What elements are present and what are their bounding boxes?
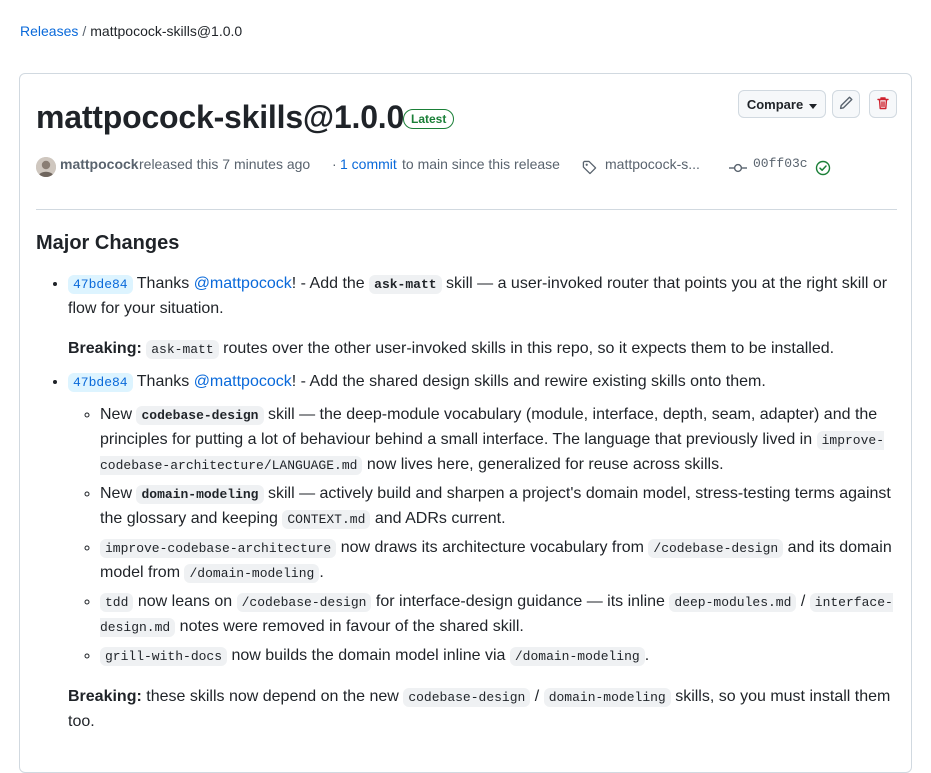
meta-dot: · xyxy=(332,156,337,172)
thanks-text: Thanks xyxy=(136,275,190,292)
edit-button[interactable] xyxy=(832,90,860,118)
inline-code: /domain-modeling xyxy=(509,647,645,666)
breaking-note: Breaking: ask-matt routes over the other… xyxy=(68,337,897,362)
tag-link[interactable]: mattpocock-s... xyxy=(605,156,700,172)
item-text: now leans on xyxy=(137,593,233,610)
item-text: now lives here, generalized for reuse ac… xyxy=(366,456,724,473)
commit-sha-link[interactable]: 47bde84 xyxy=(68,373,133,392)
item-text: / xyxy=(800,593,806,610)
inline-code: /domain-modeling xyxy=(184,564,320,583)
inline-code: deep-modules.md xyxy=(669,593,797,612)
tag-icon xyxy=(582,160,597,178)
release-card: mattpocock-skills@1.0.0 Latest Compare m… xyxy=(19,73,912,773)
item-text: . xyxy=(319,564,324,581)
list-item: 47bde84 Thanks @mattpocock! - Add the sh… xyxy=(68,370,897,734)
commit-sha-link[interactable]: 00ff03c xyxy=(753,156,808,171)
sub-list: New codebase-design skill — the deep-mod… xyxy=(68,403,897,669)
item-text: ! - Add the xyxy=(291,275,365,292)
release-meta: mattpocock released this 7 minutes ago ·… xyxy=(36,156,896,180)
sub-list-item: tdd now leans on /codebase-design for in… xyxy=(100,590,897,640)
commit-link[interactable]: 1 commit xyxy=(340,156,397,172)
verified-check-icon xyxy=(815,160,831,179)
item-text: and ADRs current. xyxy=(374,510,506,527)
inline-code: codebase-design xyxy=(136,406,264,425)
inline-code: codebase-design xyxy=(403,688,531,707)
item-text: for interface-design guidance — its inli… xyxy=(375,593,665,610)
release-notes: Major Changes 47bde84 Thanks @mattpocock… xyxy=(36,224,897,742)
inline-code: ask-matt xyxy=(146,340,219,359)
inline-code: domain-modeling xyxy=(136,485,264,504)
list-item: 47bde84 Thanks @mattpocock! - Add the as… xyxy=(68,272,897,362)
inline-code: ask-matt xyxy=(369,275,442,294)
author-link[interactable]: mattpocock xyxy=(60,156,139,172)
item-text: New xyxy=(100,485,133,502)
released-text: released this 7 minutes ago xyxy=(139,156,311,172)
breaking-label: Breaking: xyxy=(68,340,142,357)
sub-list-item: New domain-modeling skill — actively bui… xyxy=(100,482,897,532)
delete-button[interactable] xyxy=(869,90,897,118)
item-text: now draws its architecture vocabulary fr… xyxy=(340,539,644,556)
git-commit-icon xyxy=(729,160,747,179)
major-changes-heading: Major Changes xyxy=(36,232,180,254)
mention-link[interactable]: @mattpocock xyxy=(194,373,292,390)
latest-badge: Latest xyxy=(403,109,455,129)
sub-list-item: New codebase-design skill — the deep-mod… xyxy=(100,403,897,478)
inline-code: /codebase-design xyxy=(648,539,784,558)
mention-link[interactable]: @mattpocock xyxy=(194,275,292,292)
breaking-text: these skills now depend on the new xyxy=(146,688,399,705)
breadcrumb-current: mattpocock-skills@1.0.0 xyxy=(90,23,243,39)
commit-sha-link[interactable]: 47bde84 xyxy=(68,275,133,294)
inline-code: /codebase-design xyxy=(236,593,372,612)
thanks-text: Thanks xyxy=(136,373,190,390)
item-text: skill — a user-invoked router that point… xyxy=(68,275,888,317)
divider xyxy=(36,209,897,210)
inline-code: domain-modeling xyxy=(543,688,671,707)
release-title: mattpocock-skills@1.0.0 xyxy=(36,99,405,135)
caret-down-icon xyxy=(809,97,818,112)
changes-list: 47bde84 Thanks @mattpocock! - Add the as… xyxy=(36,272,897,734)
breadcrumb: Releases / mattpocock-skills@1.0.0 xyxy=(20,23,242,39)
item-text: now builds the domain model inline via xyxy=(231,647,506,664)
breaking-note: Breaking: these skills now depend on the… xyxy=(68,685,897,734)
breadcrumb-releases-link[interactable]: Releases xyxy=(20,23,78,39)
inline-code: improve-codebase-architecture xyxy=(100,539,337,558)
item-text: New xyxy=(100,406,133,423)
commit-suffix: to main since this release xyxy=(402,156,560,172)
compare-button[interactable]: Compare xyxy=(738,90,826,118)
inline-code: CONTEXT.md xyxy=(282,510,371,529)
item-text: ! - Add the shared design skills and rew… xyxy=(291,373,766,390)
breaking-label: Breaking: xyxy=(68,688,142,705)
avatar[interactable] xyxy=(36,157,56,177)
sub-list-item: improve-codebase-architecture now draws … xyxy=(100,536,897,586)
pencil-icon xyxy=(838,95,854,114)
inline-code: grill-with-docs xyxy=(100,647,228,666)
item-text: . xyxy=(644,647,650,664)
breaking-text: routes over the other user-invoked skill… xyxy=(223,340,835,357)
inline-code: tdd xyxy=(100,593,134,612)
trash-icon xyxy=(875,95,891,114)
breaking-text: / xyxy=(534,688,540,705)
breadcrumb-separator: / xyxy=(82,23,87,39)
item-text: notes were removed in favour of the shar… xyxy=(179,618,524,635)
compare-label: Compare xyxy=(746,96,804,112)
sub-list-item: grill-with-docs now builds the domain mo… xyxy=(100,644,897,669)
